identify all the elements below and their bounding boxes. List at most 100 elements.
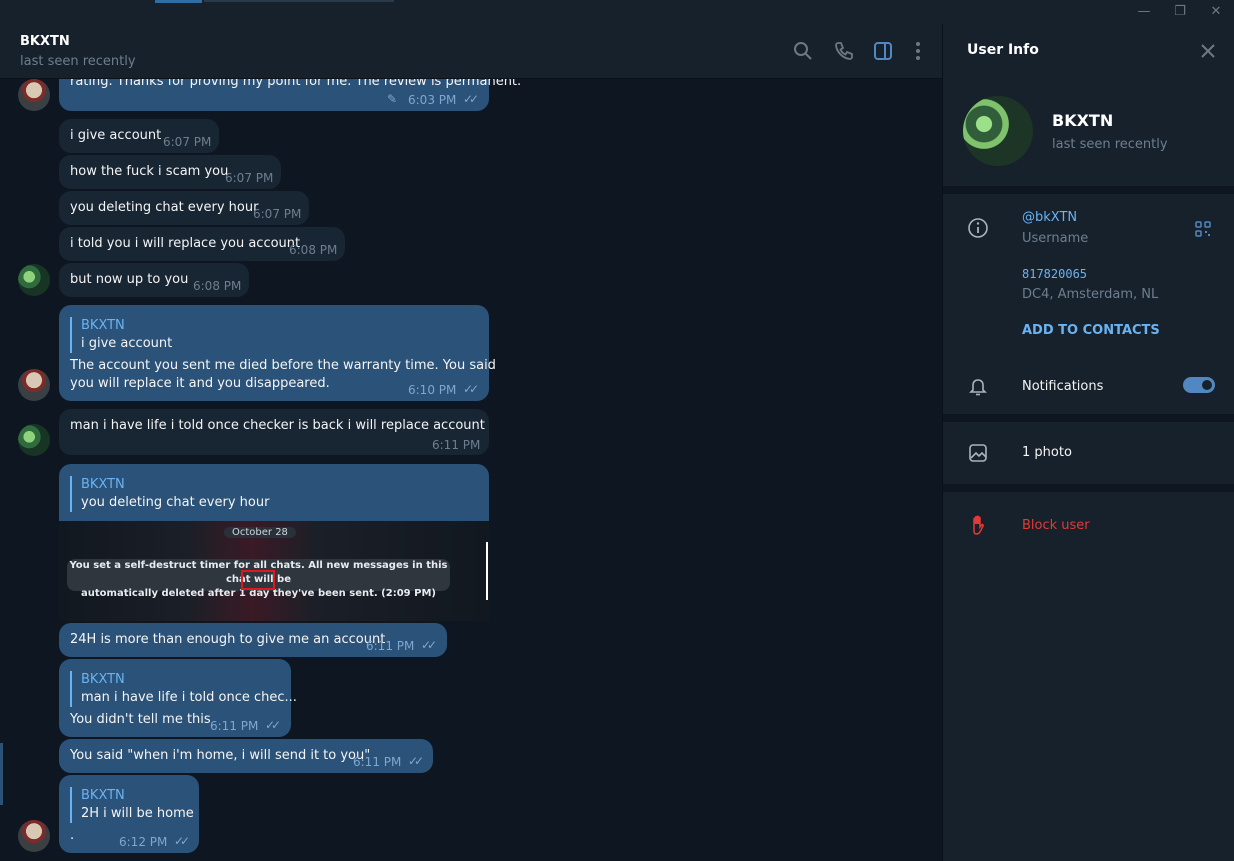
reply-text: 2H i will be home [81, 806, 194, 821]
incoming-message[interactable]: you deleting chat every hour 6:07 PM [59, 191, 309, 225]
avatar[interactable] [18, 264, 50, 296]
profile-status: last seen recently [1052, 137, 1168, 152]
message-text: You didn't tell me this [70, 712, 211, 727]
outgoing-message[interactable]: You said "when i'm home, i will send it … [59, 739, 433, 773]
peer-name[interactable]: BKXTN [20, 34, 70, 49]
username-value[interactable]: @bkXTN [1022, 210, 1077, 225]
scroll-indicator [0, 743, 3, 805]
read-ticks-icon: ✓✓ [174, 834, 190, 848]
message-time: 6:07 PM [163, 135, 212, 149]
search-icon[interactable] [792, 40, 814, 62]
edited-icon: ✎ [387, 92, 398, 106]
message-text: . [70, 828, 75, 843]
reply-text: i give account [81, 336, 173, 351]
photos-link[interactable]: 1 photo [1022, 445, 1072, 460]
divider [943, 484, 1234, 492]
close-icon[interactable] [1199, 42, 1217, 60]
qr-code-icon[interactable] [1195, 221, 1211, 237]
reply-author: BKXTN [81, 318, 125, 333]
user-info-panel: User Info BKXTN last seen recently @bkXT… [942, 24, 1234, 861]
active-tab-indicator [155, 0, 202, 3]
notifications-label: Notifications [1022, 379, 1104, 394]
datacenter-label: DC4, Amsterdam, NL [1022, 287, 1159, 302]
message-time: 6:07 PM [253, 207, 302, 221]
incoming-message[interactable]: man i have life i told once checker is b… [59, 409, 489, 455]
reply-author: BKXTN [81, 788, 125, 803]
user-id[interactable]: 817820065 [1022, 267, 1087, 281]
outgoing-message[interactable]: BKXTN 2H i will be home . 6:12 PM ✓✓ [59, 775, 199, 853]
incoming-message[interactable]: how the fuck i scam you 6:07 PM [59, 155, 281, 189]
message-list[interactable]: rating. Thanks for proving my point for … [0, 79, 942, 861]
tab-indicator [204, 0, 394, 2]
message-time: 6:10 PM [408, 383, 457, 397]
reply-quote[interactable]: BKXTN i give account [70, 317, 172, 353]
read-ticks-icon: ✓✓ [463, 92, 479, 106]
attached-screenshot[interactable]: October 28 You set a self-destruct timer… [59, 521, 489, 621]
peer-status: last seen recently [20, 54, 136, 69]
screenshot-date: October 28 [224, 527, 296, 538]
avatar[interactable] [18, 424, 50, 456]
read-ticks-icon: ✓✓ [265, 718, 281, 732]
minimize-icon[interactable]: — [1136, 4, 1152, 20]
message-text: how the fuck i scam you [70, 164, 229, 179]
outgoing-message[interactable]: BKXTN i give account The account you sen… [59, 305, 496, 401]
read-ticks-icon: ✓✓ [421, 638, 437, 652]
more-vert-icon[interactable] [907, 40, 929, 62]
message-time: 6:11 PM [353, 755, 402, 769]
panel-title: User Info [967, 42, 1039, 58]
sidebar-toggle-icon[interactable] [872, 40, 894, 62]
message-text: you deleting chat every hour [70, 200, 259, 215]
message-text: You said "when i'm home, i will send it … [70, 748, 371, 763]
add-to-contacts-button[interactable]: ADD TO CONTACTS [1022, 323, 1160, 338]
incoming-message[interactable]: i told you i will replace you account 6:… [59, 227, 345, 261]
outgoing-message[interactable]: 24H is more than enough to give me an ac… [59, 623, 447, 657]
window-titlebar: — ❐ ✕ [0, 0, 1234, 24]
toggle-knob [1202, 380, 1212, 390]
incoming-message[interactable]: i give account 6:07 PM [59, 119, 219, 153]
read-ticks-icon: ✓✓ [408, 754, 424, 768]
message-text: rating. Thanks for proving my point for … [70, 79, 522, 89]
username-label: Username [1022, 231, 1089, 246]
restore-icon[interactable]: ❐ [1172, 4, 1188, 20]
message-text: i told you i will replace you account [70, 236, 301, 251]
divider [943, 414, 1234, 422]
message-text: you will replace it and you disappeared. [70, 376, 330, 391]
screenshot-cursor-bar [486, 542, 488, 600]
message-text: The account you sent me died before the … [70, 358, 496, 373]
chat-header[interactable]: BKXTN last seen recently [0, 24, 942, 79]
read-ticks-icon: ✓✓ [463, 382, 479, 396]
outgoing-message[interactable]: rating. Thanks for proving my point for … [59, 79, 521, 111]
notifications-toggle[interactable] [1183, 377, 1215, 393]
message-time: 6:12 PM [119, 835, 168, 849]
profile-avatar[interactable] [963, 96, 1033, 166]
message-text: 24H is more than enough to give me an ac… [70, 632, 386, 647]
incoming-message[interactable]: but now up to you 6:08 PM [59, 263, 249, 297]
phone-icon[interactable] [833, 40, 855, 62]
reply-quote[interactable]: BKXTN man i have life i told once chec..… [70, 671, 297, 707]
message-time: 6:03 PM [408, 93, 457, 107]
photo-icon [969, 444, 987, 462]
reply-author: BKXTN [81, 477, 125, 492]
block-user-button[interactable]: Block user [1022, 518, 1090, 533]
message-text: man i have life i told once checker is b… [70, 418, 485, 433]
reply-text: man i have life i told once chec... [81, 690, 297, 705]
message-text: i give account [70, 128, 162, 143]
avatar[interactable] [18, 369, 50, 401]
message-time: 6:11 PM [432, 438, 481, 452]
reply-quote[interactable]: BKXTN you deleting chat every hour [70, 476, 269, 512]
highlight-box [241, 570, 275, 590]
message-time: 6:08 PM [193, 279, 242, 293]
hand-stop-icon [973, 515, 984, 535]
message-time: 6:11 PM [366, 639, 415, 653]
info-icon [968, 218, 988, 238]
avatar[interactable] [18, 79, 50, 111]
close-window-icon[interactable]: ✕ [1208, 4, 1224, 20]
reply-quote[interactable]: BKXTN 2H i will be home [70, 787, 194, 823]
avatar[interactable] [18, 820, 50, 852]
bell-icon [969, 379, 987, 396]
reply-author: BKXTN [81, 672, 125, 687]
outgoing-message[interactable]: BKXTN man i have life i told once chec..… [59, 659, 297, 737]
message-time: 6:11 PM [210, 719, 259, 733]
profile-name: BKXTN [1052, 111, 1114, 130]
message-text: but now up to you [70, 272, 189, 287]
